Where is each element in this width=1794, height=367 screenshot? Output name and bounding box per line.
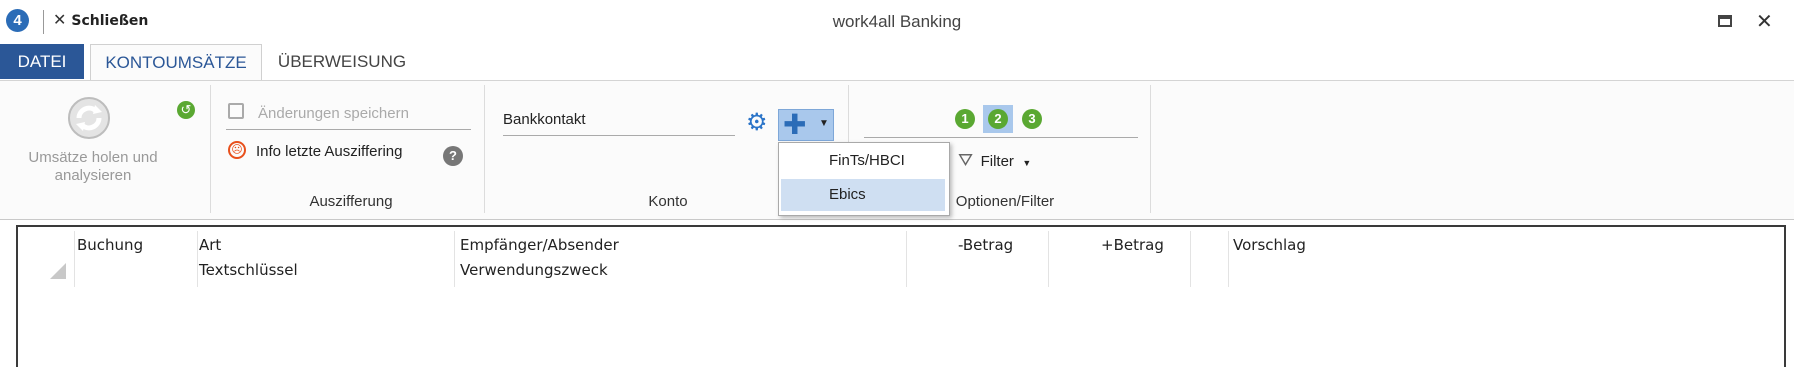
bank-contact-value: Bankkontakt <box>503 111 586 128</box>
grid-corner-icon <box>50 263 66 279</box>
tab-ueberweisung[interactable]: ÜBERWEISUNG <box>268 44 416 79</box>
add-bank-contact-button[interactable]: ✚ ▼ <box>778 109 834 141</box>
save-changes-button[interactable]: Änderungen speichern <box>226 101 471 130</box>
fetch-transactions-button[interactable]: Umsätze holen und analysieren <box>8 95 178 185</box>
funnel-icon: ⛛ <box>958 150 974 170</box>
ribbon-separator <box>1150 85 1151 213</box>
column-divider <box>454 231 455 287</box>
option-2-button[interactable]: 2 <box>983 105 1013 133</box>
column-divider <box>906 231 907 287</box>
window-close-icon[interactable]: ✕ <box>1756 9 1773 34</box>
options-selector-underline <box>864 137 1138 138</box>
maximize-button[interactable] <box>1718 15 1732 27</box>
group-label-auszifferung: Auszifferung <box>309 193 393 210</box>
menu-item-fints-hbci[interactable]: FinTs/HBCI <box>781 145 945 177</box>
column-divider <box>74 231 75 287</box>
column-divider <box>1190 231 1191 287</box>
column-header-textschluessel[interactable]: Textschlüssel <box>199 261 298 279</box>
transactions-grid[interactable]: Buchung Art Empfänger/Absender -Betrag +… <box>16 225 1786 367</box>
tab-datei-label: DATEI <box>17 52 67 71</box>
ribbon-separator <box>210 85 211 213</box>
column-header-vorschlag[interactable]: Vorschlag <box>1233 236 1306 254</box>
column-divider <box>1048 231 1049 287</box>
tab-datei[interactable]: DATEI <box>0 44 84 79</box>
fetch-transactions-label: Umsätze holen und analysieren <box>28 149 158 184</box>
menu-item-ebics[interactable]: Ebics <box>781 179 945 211</box>
tab-kontoumsaetze[interactable]: KONTOUMSÄTZE <box>90 44 262 82</box>
window-title: work4all Banking <box>832 12 962 31</box>
tab-kontoumsaetze-label: KONTOUMSÄTZE <box>105 53 247 72</box>
column-divider <box>197 231 198 287</box>
refresh-icon <box>66 95 112 141</box>
tab-ueberweisung-label: ÜBERWEISUNG <box>277 52 407 71</box>
column-header-buchung[interactable]: Buchung <box>77 236 143 254</box>
settings-gear-icon[interactable]: ⚙ <box>746 111 768 135</box>
bank-contact-field[interactable]: Bankkontakt <box>503 109 735 136</box>
save-icon <box>228 103 244 119</box>
green-refresh-icon[interactable]: ↺ <box>177 101 195 119</box>
option-1-label: 1 <box>961 111 969 126</box>
info-last-auszifferung-button[interactable]: ☹ Info letzte Ausziffering <box>226 139 471 167</box>
menu-item-ebics-label: Ebics <box>829 186 866 203</box>
filter-label: Filter <box>980 153 1014 170</box>
column-header-empfaenger[interactable]: Empfänger/Absender <box>460 236 619 254</box>
option-1-button[interactable]: 1 <box>955 109 975 129</box>
help-icon[interactable]: ? <box>443 146 463 166</box>
add-contact-dropdown-menu: FinTs/HBCI Ebics <box>778 142 950 216</box>
column-divider <box>1228 231 1229 287</box>
option-3-button[interactable]: 3 <box>1022 109 1042 129</box>
tab-bar: DATEI KONTOUMSÄTZE ÜBERWEISUNG <box>0 44 1794 82</box>
plus-icon: ✚ <box>783 109 807 140</box>
group-label-konto: Konto <box>648 193 688 210</box>
save-changes-label: Änderungen speichern <box>258 105 409 122</box>
chevron-down-icon: ▼ <box>1022 158 1032 168</box>
option-2-badge: 2 <box>988 109 1008 129</box>
column-header-minus-betrag[interactable]: -Betrag <box>958 236 1013 254</box>
frown-face-icon: ☹ <box>228 141 246 159</box>
column-header-art[interactable]: Art <box>199 236 221 254</box>
option-3-label: 3 <box>1028 111 1036 126</box>
menu-item-fints-label: FinTs/HBCI <box>829 152 905 169</box>
filter-button[interactable]: ⛛ Filter ▼ <box>958 147 1031 173</box>
chevron-down-icon: ▼ <box>819 118 829 129</box>
column-header-plus-betrag[interactable]: +Betrag <box>1101 236 1164 254</box>
column-header-verwendungszweck[interactable]: Verwendungszweck <box>460 261 608 279</box>
group-label-optionen-filter: Optionen/Filter <box>955 193 1055 210</box>
ribbon-separator <box>484 85 485 213</box>
title-bar: 4 ✕ Schließen work4all Banking ✕ <box>0 0 1794 44</box>
info-label: Info letzte Ausziffering <box>256 143 403 160</box>
